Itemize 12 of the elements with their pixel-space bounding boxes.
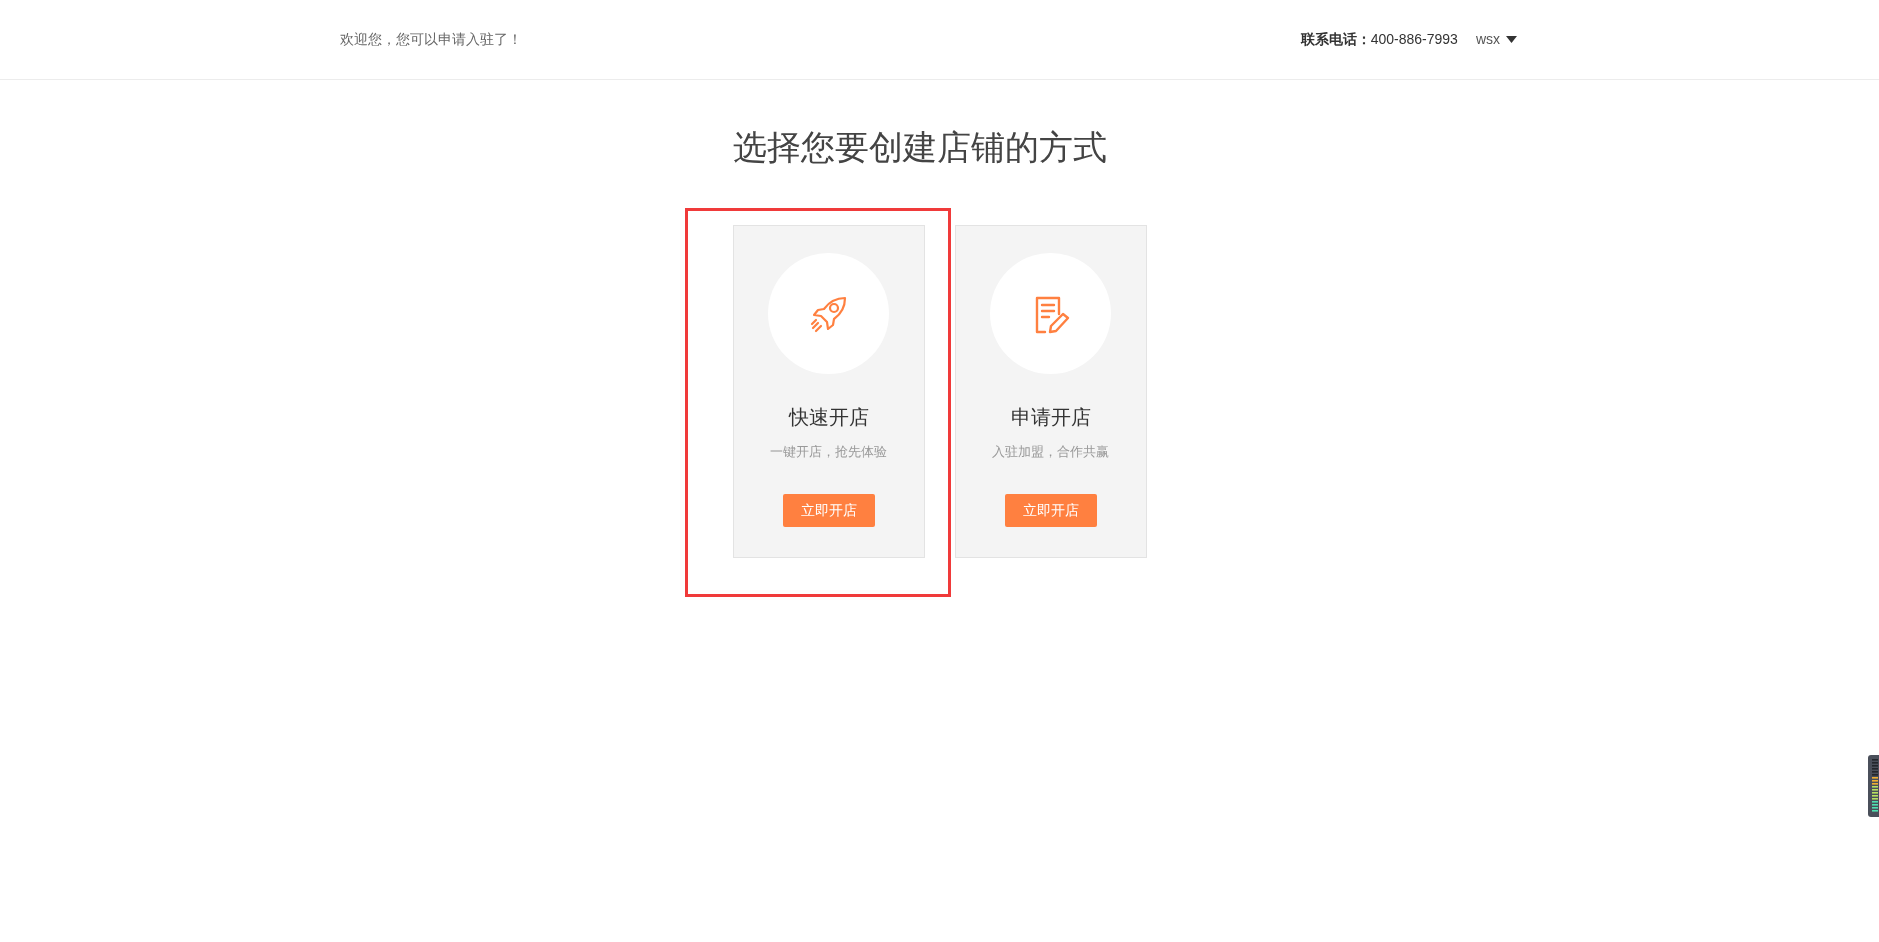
page-title: 选择您要创建店铺的方式 <box>732 127 1108 168</box>
phone-label: 联系电话： <box>1300 30 1371 49</box>
phone-number: 400-886-7993 <box>1370 30 1458 49</box>
welcome-text: 欢迎您，您可以申请入驻了！ <box>340 30 522 49</box>
user-menu[interactable]: wsx <box>1475 29 1517 50</box>
card-title: 快速开店 <box>788 405 869 430</box>
caret-icon <box>1506 36 1517 43</box>
card-subtitle: 入驻加盟，合作共赢 <box>992 443 1109 461</box>
open-store-button[interactable]: 立即开店 <box>782 493 875 527</box>
level-meter-drawing <box>1868 755 1879 817</box>
card-title: 申请开店 <box>1010 405 1091 430</box>
open-store-button[interactable]: 立即开店 <box>1004 493 1097 527</box>
